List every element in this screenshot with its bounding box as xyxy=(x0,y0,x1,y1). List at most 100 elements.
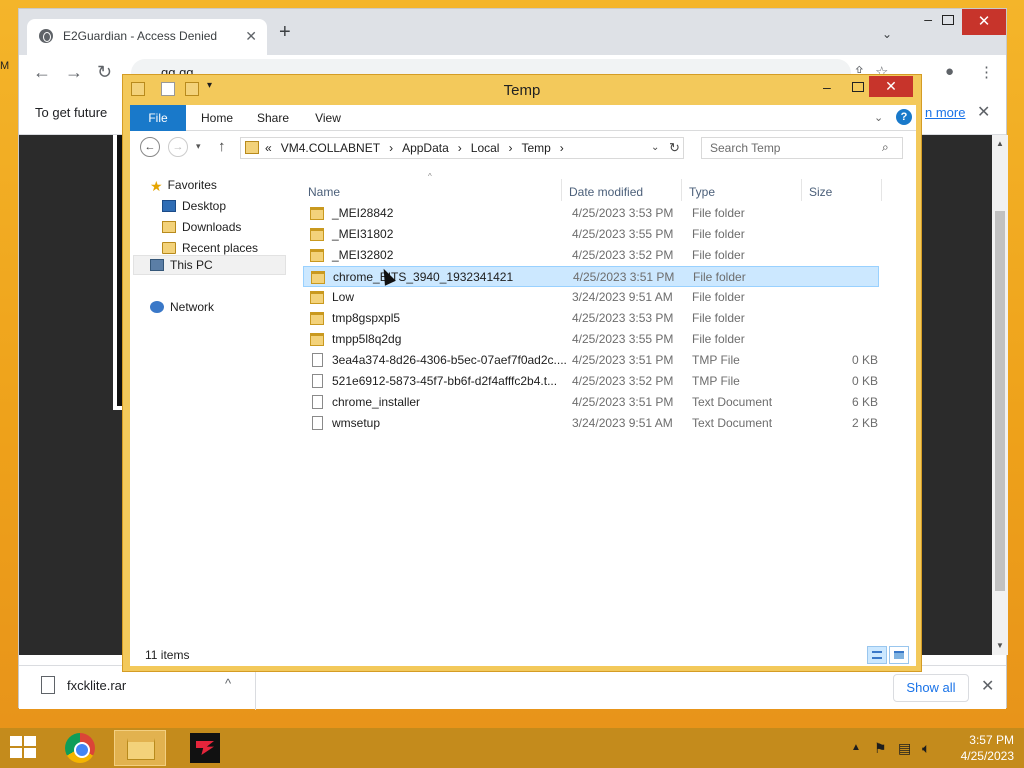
breadcrumb-separator[interactable]: › xyxy=(508,141,512,155)
folder-icon xyxy=(310,228,324,241)
tray-overflow-chevron-icon[interactable]: ▲ xyxy=(851,742,861,753)
search-input[interactable]: Search Temp ⌕ xyxy=(701,137,903,159)
show-all-button[interactable]: Show all xyxy=(893,674,969,702)
explorer-address-bar[interactable]: « VM4.COLLABNET › AppData › Local › Temp › ⌄ ↻ xyxy=(240,137,684,159)
reload-icon[interactable]: ↻ xyxy=(97,63,112,81)
page-scrollbar[interactable]: ▲ ▼ xyxy=(992,135,1008,655)
file-date-modified: 4/25/2023 3:53 PM xyxy=(572,311,674,325)
network-tray-icon[interactable]: ▤ xyxy=(898,740,911,757)
file-row[interactable]: tmpp5l8q2dg 4/25/2023 3:55 PM File folder xyxy=(303,329,879,350)
nav-item-this-pc[interactable]: This PC xyxy=(150,255,213,275)
scroll-up-arrow-icon[interactable]: ▲ xyxy=(996,139,1004,148)
tab-close-icon[interactable]: ✕ xyxy=(245,28,257,45)
breadcrumb-separator[interactable]: › xyxy=(560,141,564,155)
file-row[interactable]: Low 3/24/2023 9:51 AM File folder xyxy=(303,287,879,308)
breadcrumb-vm4-collabnet[interactable]: VM4.COLLABNET xyxy=(281,141,380,155)
file-row[interactable]: 3ea4a374-8d26-4306-b5ec-07aef7f0ad2c....… xyxy=(303,350,879,371)
taskbar-explorer-button[interactable] xyxy=(114,730,166,766)
nav-item-downloads[interactable]: Downloads xyxy=(162,217,241,237)
back-icon[interactable]: ← xyxy=(33,63,51,81)
download-bar-close-icon[interactable]: ✕ xyxy=(981,676,994,696)
column-header-type[interactable]: Type xyxy=(689,185,715,199)
search-icon[interactable]: ⌕ xyxy=(882,140,889,155)
tab-search-chevron-icon[interactable]: ⌄ xyxy=(882,27,892,41)
explorer-title-bar[interactable]: ▾ Temp – ✕ xyxy=(123,75,921,105)
taskbar-app-button[interactable] xyxy=(178,730,230,766)
explorer-back-button[interactable]: ← xyxy=(140,137,160,157)
learn-more-link[interactable]: n more xyxy=(925,105,965,120)
column-header-date[interactable]: Date modified xyxy=(569,185,643,199)
file-row[interactable]: _MEI28842 4/25/2023 3:53 PM File folder xyxy=(303,203,879,224)
nav-item-desktop[interactable]: Desktop xyxy=(162,196,226,216)
details-view-button[interactable] xyxy=(867,646,887,664)
up-one-level-icon[interactable]: ↑ xyxy=(218,138,226,155)
file-list: ^ Name Date modified Type Size _MEI28842… xyxy=(303,172,915,645)
breadcrumb-appdata[interactable]: AppData xyxy=(402,141,449,155)
download-file-name[interactable]: fxcklite.rar xyxy=(67,678,126,693)
chrome-tab[interactable]: E2Guardian - Access Denied ✕ xyxy=(27,19,267,55)
column-divider[interactable] xyxy=(881,179,882,201)
start-button[interactable] xyxy=(10,736,38,760)
address-history-chevron-icon[interactable]: ⌄ xyxy=(651,142,659,153)
breadcrumb-temp[interactable]: Temp xyxy=(521,141,550,155)
action-center-flag-icon[interactable]: ⚑ xyxy=(874,740,887,757)
breadcrumb-separator[interactable]: › xyxy=(389,141,393,155)
breadcrumb-separator[interactable]: › xyxy=(458,141,462,155)
column-divider[interactable] xyxy=(561,179,562,201)
chrome-minimize-button[interactable]: – xyxy=(924,11,932,27)
refresh-icon[interactable]: ↻ xyxy=(669,140,680,156)
menu-icon[interactable]: ⋮ xyxy=(979,63,994,81)
profile-icon[interactable]: ● xyxy=(945,63,954,80)
file-row[interactable]: chrome_installer 4/25/2023 3:51 PM Text Do… xyxy=(303,392,879,413)
nav-item-favorites[interactable]: ★ Favorites xyxy=(150,175,217,195)
ribbon-expand-chevron-icon[interactable]: ⌄ xyxy=(874,111,883,124)
info-bar-close-icon[interactable]: ✕ xyxy=(977,102,990,122)
column-divider[interactable] xyxy=(681,179,682,201)
file-name: chrome_BITS_3940_1932341421 xyxy=(333,270,514,284)
chrome-maximize-button[interactable] xyxy=(942,15,954,25)
navigation-pane: ★ Favorites Desktop Downloads Recent plac… xyxy=(130,175,290,645)
explorer-body: File Home Share View ⌄ ? ← → ▾ ↑ « VM4.CO… xyxy=(130,105,916,666)
file-name: _MEI28842 xyxy=(332,206,394,220)
explorer-maximize-button[interactable] xyxy=(852,82,864,92)
file-name: Low xyxy=(332,290,355,304)
column-header-name[interactable]: Name xyxy=(308,185,340,199)
help-icon[interactable]: ? xyxy=(896,109,912,125)
large-icons-view-button[interactable] xyxy=(889,646,909,664)
clock[interactable]: 3:57 PM 4/25/2023 xyxy=(944,732,1014,764)
explorer-forward-button[interactable]: → xyxy=(168,137,188,157)
file-row[interactable]: 521e6912-5873-45f7-bb6f-d2f4afffc2b4.t..… xyxy=(303,371,879,392)
volume-muted-icon[interactable]: 🔈︎ xyxy=(922,740,930,757)
new-tab-button[interactable]: + xyxy=(279,22,291,42)
recent-locations-chevron-icon[interactable]: ▾ xyxy=(196,141,201,152)
chrome-close-button[interactable]: ✕ xyxy=(962,9,1006,35)
scrollbar-thumb[interactable] xyxy=(995,211,1005,591)
file-row[interactable]: _MEI32802 4/25/2023 3:52 PM File folder xyxy=(303,245,879,266)
file-name: 521e6912-5873-45f7-bb6f-d2f4afffc2b4.t..… xyxy=(332,374,558,388)
file-row[interactable]: wmsetup 3/24/2023 9:51 AM Text Document 2 K… xyxy=(303,413,879,434)
item-count: 11 items xyxy=(145,648,190,662)
column-header-size[interactable]: Size xyxy=(809,185,832,199)
folder-icon xyxy=(310,333,324,346)
download-options-chevron-icon[interactable]: ^ xyxy=(225,676,231,691)
tab-file[interactable]: File xyxy=(130,105,186,131)
forward-icon[interactable]: → xyxy=(65,63,83,81)
breadcrumb-local[interactable]: Local xyxy=(471,141,500,155)
scroll-down-arrow-icon[interactable]: ▼ xyxy=(996,641,1004,650)
file-icon xyxy=(41,676,55,694)
tab-share[interactable]: Share xyxy=(250,105,296,131)
tab-home[interactable]: Home xyxy=(192,105,242,131)
explorer-close-button[interactable]: ✕ xyxy=(869,76,913,97)
file-row[interactable]: tmp8gspxpl5 4/25/2023 3:53 PM File folder xyxy=(303,308,879,329)
column-divider[interactable] xyxy=(801,179,802,201)
tab-view[interactable]: View xyxy=(306,105,350,131)
taskbar-chrome-button[interactable] xyxy=(54,730,106,766)
file-type: TMP File xyxy=(692,374,740,388)
nav-label: Network xyxy=(170,300,215,314)
status-bar: 11 items xyxy=(130,645,916,666)
nav-item-network[interactable]: Network xyxy=(150,297,214,317)
file-type: File folder xyxy=(692,227,745,241)
breadcrumb-overflow[interactable]: « xyxy=(265,141,272,155)
file-row[interactable]: _MEI31802 4/25/2023 3:55 PM File folder xyxy=(303,224,879,245)
explorer-minimize-button[interactable]: – xyxy=(823,79,831,95)
